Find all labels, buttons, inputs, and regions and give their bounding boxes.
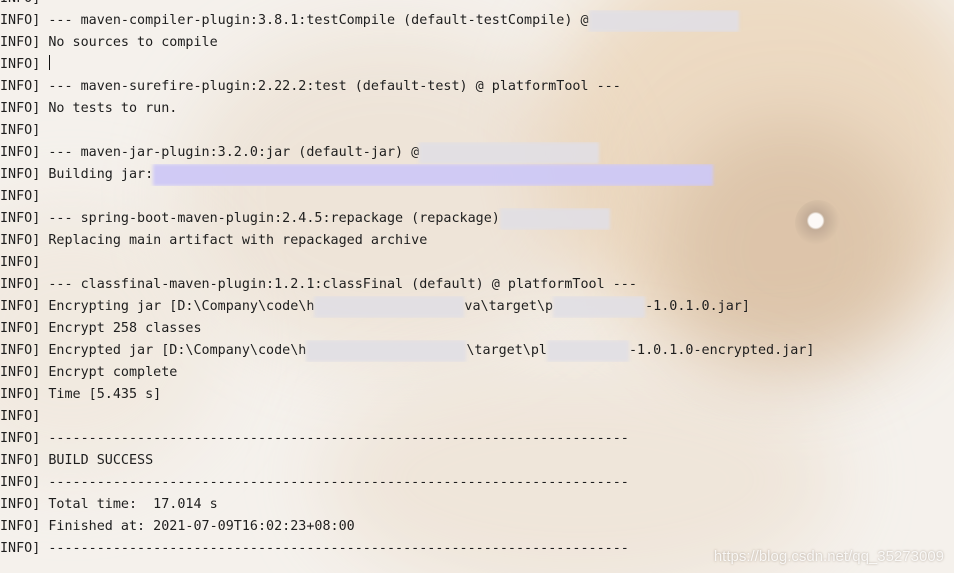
console-line: INFO] Building jar: bbox=[0, 164, 954, 186]
console-line: INFO] --- maven-compiler-plugin:3.8.1:te… bbox=[0, 10, 954, 32]
log-level: INFO] bbox=[0, 0, 40, 6]
log-text: ----------------------------------------… bbox=[40, 431, 629, 446]
log-level: INFO] bbox=[0, 145, 41, 160]
console-line: INFO] Replacing main artifact with repac… bbox=[0, 230, 954, 252]
log-level: INFO] bbox=[0, 387, 41, 402]
console-line: INFO] bbox=[0, 186, 954, 208]
console-line: INFO] Finished at: 2021-07-09T16:02:23+0… bbox=[0, 516, 954, 538]
log-level: INFO] bbox=[0, 453, 41, 468]
log-text: Replacing main artifact with repackaged … bbox=[40, 233, 428, 248]
log-level: INFO] bbox=[0, 255, 41, 270]
build-console-output[interactable]: INFO] INFO] --- maven-compiler-plugin:3.8… bbox=[0, 0, 954, 560]
text-cursor bbox=[49, 55, 51, 70]
log-text: Building jar: bbox=[40, 167, 154, 182]
log-text: Encrypting jar [D:\Company\code\h bbox=[40, 299, 315, 314]
redacted-text bbox=[546, 340, 629, 362]
log-level: INFO] bbox=[0, 101, 41, 116]
redacted-text bbox=[588, 10, 739, 32]
log-text: --- maven-compiler-plugin:3.8.1:testComp… bbox=[40, 13, 589, 28]
log-level: INFO] bbox=[0, 299, 41, 314]
console-line: INFO] --- classfinal-maven-plugin:1.2.1:… bbox=[0, 274, 954, 296]
console-line: INFO] bbox=[0, 54, 954, 76]
redacted-text bbox=[306, 340, 467, 362]
console-line: INFO] --- spring-boot-maven-plugin:2.4.5… bbox=[0, 208, 954, 230]
log-level: INFO] bbox=[0, 475, 41, 490]
log-level: INFO] bbox=[0, 233, 41, 248]
console-line: INFO] No sources to compile bbox=[0, 32, 954, 54]
console-line: INFO] Encrypt 258 classes bbox=[0, 318, 954, 340]
log-level: INFO] bbox=[0, 211, 41, 226]
console-line: INFO] bbox=[0, 406, 954, 428]
log-text: Finished at: 2021-07-09T16:02:23+08:00 bbox=[40, 519, 355, 534]
console-line: INFO] Total time: 17.014 s bbox=[0, 494, 954, 516]
console-line: INFO] --- maven-surefire-plugin:2.22.2:t… bbox=[0, 76, 954, 98]
console-line: INFO] Time [5.435 s] bbox=[0, 384, 954, 406]
log-level: INFO] bbox=[0, 497, 41, 512]
console-line: INFO] bbox=[0, 252, 954, 274]
log-text: --- maven-jar-plugin:3.2.0:jar (default-… bbox=[40, 145, 420, 160]
log-level: INFO] bbox=[0, 321, 41, 336]
console-line: INFO] bbox=[0, 120, 954, 142]
console-line: INFO] ----------------------------------… bbox=[0, 472, 954, 494]
log-level: INFO] bbox=[0, 365, 41, 380]
log-text: \target\pl bbox=[466, 343, 547, 358]
log-text: Encrypt complete bbox=[40, 365, 178, 380]
console-line: INFO] No tests to run. bbox=[0, 98, 954, 120]
log-level: INFO] bbox=[0, 123, 41, 138]
log-level: INFO] bbox=[0, 189, 41, 204]
console-line: INFO] Encrypted jar [D:\Company\code\h \t… bbox=[0, 340, 954, 362]
console-line: INFO] Encrypt complete bbox=[0, 362, 954, 384]
log-level: INFO] bbox=[0, 343, 41, 358]
log-level: INFO] bbox=[0, 35, 41, 50]
redacted-text bbox=[419, 142, 600, 164]
log-text: No sources to compile bbox=[40, 35, 218, 50]
redacted-text bbox=[314, 296, 465, 318]
log-text: --- classfinal-maven-plugin:1.2.1:classF… bbox=[40, 277, 637, 292]
log-text: --- spring-boot-maven-plugin:2.4.5:repac… bbox=[40, 211, 500, 226]
log-text: -1.0.1.0-encrypted.jar] bbox=[628, 343, 815, 358]
console-line: INFO] --- maven-jar-plugin:3.2.0:jar (de… bbox=[0, 142, 954, 164]
log-text: Total time: 17.014 s bbox=[40, 497, 218, 512]
log-text: No tests to run. bbox=[40, 101, 178, 116]
redacted-text bbox=[553, 296, 646, 318]
watermark: https://blog.csdn.net/qq_35273009 bbox=[713, 548, 944, 565]
log-text: Encrypted jar [D:\Company\code\h bbox=[40, 343, 307, 358]
log-level: INFO] bbox=[0, 57, 41, 72]
log-text: BUILD SUCCESS bbox=[40, 453, 154, 468]
redacted-text bbox=[499, 208, 610, 230]
log-text: Time [5.435 s] bbox=[40, 387, 162, 402]
log-level: INFO] bbox=[0, 519, 41, 534]
log-text: ----------------------------------------… bbox=[40, 475, 629, 490]
log-level: INFO] bbox=[0, 277, 41, 292]
log-text: Encrypt 258 classes bbox=[40, 321, 202, 336]
log-text: --- maven-surefire-plugin:2.22.2:test (d… bbox=[40, 79, 621, 94]
log-text: ----------------------------------------… bbox=[40, 541, 629, 556]
log-level: INFO] bbox=[0, 79, 41, 94]
console-line: INFO] BUILD SUCCESS bbox=[0, 450, 954, 472]
redacted-text bbox=[153, 164, 714, 186]
log-level: INFO] bbox=[0, 13, 41, 28]
console-line: INFO] bbox=[0, 0, 954, 10]
console-line: INFO] Encrypting jar [D:\Company\code\h v… bbox=[0, 296, 954, 318]
log-level: INFO] bbox=[0, 167, 41, 182]
log-level: INFO] bbox=[0, 431, 41, 446]
log-level: INFO] bbox=[0, 409, 41, 424]
log-level: INFO] bbox=[0, 541, 41, 556]
log-text: -1.0.1.0.jar] bbox=[645, 299, 750, 314]
console-line: INFO] ----------------------------------… bbox=[0, 428, 954, 450]
log-text: va\target\p bbox=[464, 299, 554, 314]
